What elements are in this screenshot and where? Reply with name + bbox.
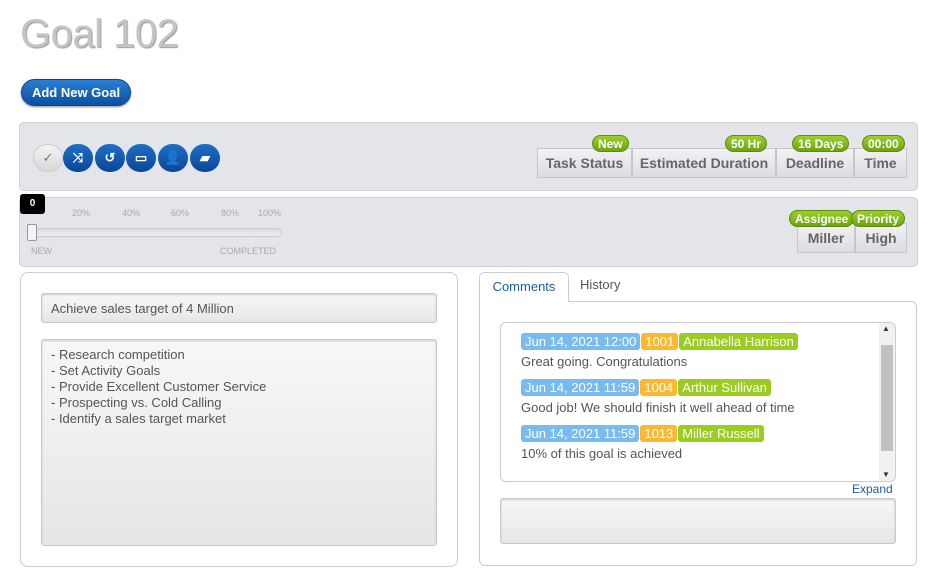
scroll-down-icon[interactable]: ▼	[882, 470, 890, 479]
comment-id: 1013	[640, 425, 678, 442]
page-title: Goal 102	[20, 12, 179, 56]
comment-id: 1004	[640, 379, 678, 396]
new-comment-textarea[interactable]	[500, 498, 896, 544]
history-icon[interactable]: ↺	[95, 144, 125, 172]
stat-label: Estimated Duration	[639, 155, 769, 171]
comment-text: 10% of this goal is achieved	[521, 446, 683, 461]
time-badge: 00:00	[862, 135, 905, 152]
assignee-badge: Assignee	[789, 210, 855, 227]
duration-badge: 50 Hr	[725, 135, 768, 152]
progress-value-tooltip: 0	[20, 194, 45, 214]
goal-name-input[interactable]: Achieve sales target of 4 Million	[41, 293, 437, 323]
comment-item: Jun 14, 2021 11:59 1013 Miller Russell 10% …	[521, 425, 876, 461]
comment-item: Jun 14, 2021 11:59 1004 Arthur Sullivan Goo…	[521, 379, 876, 415]
task-status-button[interactable]: Task Status	[537, 148, 632, 178]
new-label: NEW	[31, 246, 52, 256]
tick-label: 80%	[221, 208, 240, 218]
stat-label: Time	[864, 155, 897, 171]
scrollbar[interactable]: ▲ ▼	[879, 323, 895, 481]
comment-text: Good job! We should finish it well ahead…	[521, 400, 795, 415]
add-user-icon[interactable]: 👤	[158, 144, 188, 172]
time-button[interactable]: Time	[854, 148, 907, 178]
tick-label: 40%	[122, 208, 141, 218]
comment-date: Jun 14, 2021 12:00	[521, 333, 641, 350]
archive-icon[interactable]: ▭	[126, 144, 156, 172]
check-icon[interactable]: ✓	[33, 144, 63, 172]
add-new-goal-button[interactable]: Add New Goal	[21, 79, 131, 106]
priority-button[interactable]: High	[855, 223, 907, 253]
tab-comments[interactable]: Comments	[479, 272, 569, 302]
shuffle-icon[interactable]: ⤨	[63, 144, 93, 172]
stat-label: Deadline	[785, 155, 845, 171]
scrollbar-thumb[interactable]	[881, 345, 893, 451]
stat-label: Task Status	[545, 155, 624, 171]
comment-item: Jun 14, 2021 12:00 1001 Annabella Harrison…	[521, 333, 876, 369]
assignee-value: Miller	[807, 230, 845, 246]
tab-history[interactable]: History	[580, 277, 620, 292]
deadline-button[interactable]: Deadline	[776, 148, 854, 178]
expand-link[interactable]: Expand	[852, 482, 893, 496]
comment-user: Arthur Sullivan	[678, 379, 771, 396]
comments-icon[interactable]: ▰	[190, 144, 220, 172]
tick-label: 60%	[171, 208, 190, 218]
priority-badge: Priority	[851, 210, 906, 227]
estimated-duration-button[interactable]: Estimated Duration	[632, 148, 776, 178]
status-badge: New	[592, 135, 629, 152]
comment-id: 1001	[641, 333, 679, 350]
deadline-badge: 16 Days	[792, 135, 850, 152]
comment-user: Miller Russell	[678, 425, 764, 442]
progress-slider-track[interactable]	[31, 228, 282, 237]
priority-value: High	[865, 230, 897, 246]
completed-label: COMPLETED	[220, 246, 277, 256]
comments-list: Jun 14, 2021 12:00 1001 Annabella Harrison…	[500, 322, 896, 482]
tick-label: 100%	[258, 208, 282, 218]
tick-label: 20%	[72, 208, 91, 218]
comment-date: Jun 14, 2021 11:59	[521, 425, 640, 442]
assignee-button[interactable]: Miller	[797, 223, 855, 253]
comment-user: Annabella Harrison	[679, 333, 798, 350]
scroll-up-icon[interactable]: ▲	[882, 324, 890, 333]
goal-description-textarea[interactable]: - Research competition - Set Activity Go…	[41, 339, 437, 546]
comment-date: Jun 14, 2021 11:59	[521, 379, 640, 396]
comment-text: Great going. Congratulations	[521, 354, 688, 369]
progress-slider-handle[interactable]	[27, 224, 37, 241]
